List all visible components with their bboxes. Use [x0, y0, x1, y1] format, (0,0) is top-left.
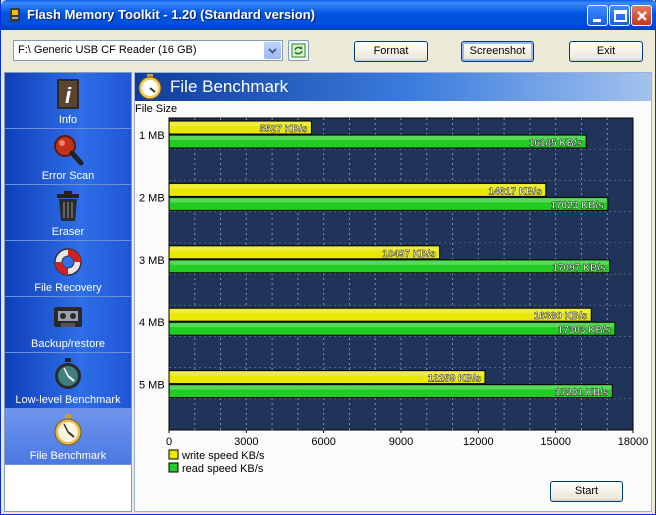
info-book-icon: i	[57, 79, 79, 109]
trash-bin-icon	[57, 191, 79, 221]
stopwatch-icon	[138, 74, 162, 100]
category-label: 4 MB	[139, 317, 165, 329]
bar-highlight	[170, 323, 615, 328]
bar-highlight	[170, 309, 591, 314]
x-tick-label: 3000	[234, 436, 258, 448]
title-bar[interactable]: Flash Memory Toolkit - 1.20 (Standard ve…	[1, 0, 656, 30]
sidebar-item-info[interactable]: i Info	[5, 73, 131, 129]
x-tick-label: 12000	[463, 436, 494, 448]
sidebar-item-label: Low-level Benchmark	[15, 394, 121, 406]
svg-text:i: i	[65, 83, 72, 108]
sidebar-item-file-benchmark[interactable]: File Benchmark	[5, 409, 131, 465]
minimize-button[interactable]	[587, 5, 608, 26]
close-icon	[637, 11, 647, 21]
sidebar-item-low-level-benchmark[interactable]: Low-level Benchmark	[5, 353, 131, 409]
lifebuoy-icon	[54, 248, 82, 276]
sidebar-item-label: Backup/restore	[31, 338, 105, 350]
sidebar-item-label: Info	[58, 114, 78, 126]
exit-button[interactable]: Exit	[569, 41, 643, 62]
category-label: 3 MB	[139, 255, 165, 267]
bar-highlight	[170, 136, 586, 140]
sidebar-item-backup-restore[interactable]: Backup/restore	[5, 297, 131, 353]
bar-highlight	[170, 385, 612, 390]
category-label: 5 MB	[139, 380, 165, 392]
refresh-button[interactable]	[288, 40, 309, 61]
x-tick-label: 18000	[618, 436, 649, 448]
legend-swatch	[168, 462, 179, 473]
main-panel: File Benchmark File Size 1 MB 5527 KB/s 161…	[134, 72, 652, 512]
data-label: 5527 KB/s	[260, 124, 308, 135]
data-label: 16185 KB/s	[529, 138, 583, 149]
data-label: 16380 KB/s	[534, 311, 588, 322]
panel-header: File Benchmark	[135, 73, 651, 101]
bar-highlight	[170, 198, 607, 203]
sidebar: i Info Error Scan Eraser File Recovery B…	[4, 72, 132, 512]
data-label: 17023 KB/s	[550, 200, 604, 211]
screenshot-button[interactable]: Screenshot	[461, 41, 534, 62]
drive-select[interactable]: F:\ Generic USB CF Reader (16 GB)	[13, 40, 283, 61]
data-label: 10497 KB/s	[382, 249, 436, 260]
legend-swatch	[168, 449, 179, 460]
y-axis-label: File Size	[135, 103, 177, 115]
x-tick-label: 0	[166, 436, 172, 448]
data-label: 14617 KB/s	[488, 186, 542, 197]
sidebar-item-label: Eraser	[51, 226, 85, 238]
sidebar-item-eraser[interactable]: Eraser	[5, 185, 131, 241]
sidebar-item-file-recovery[interactable]: File Recovery	[5, 241, 131, 297]
refresh-icon	[291, 43, 306, 58]
data-label: 12259 KB/s	[428, 374, 482, 385]
x-tick-label: 15000	[540, 436, 571, 448]
app-window: Flash Memory Toolkit - 1.20 (Standard ve…	[0, 0, 656, 515]
minimize-icon	[593, 19, 601, 22]
bar-highlight	[170, 260, 609, 265]
legend-label: read speed KB/s	[182, 463, 264, 475]
legend-label: write speed KB/s	[181, 450, 265, 462]
app-icon	[10, 8, 20, 22]
data-label: 17097 KB/s	[552, 263, 606, 274]
sidebar-item-label: File Benchmark	[29, 450, 107, 462]
sidebar-item-label: Error Scan	[41, 170, 95, 182]
data-label: 17303 KB/s	[558, 325, 612, 336]
x-tick-label: 6000	[311, 436, 335, 448]
start-button[interactable]: Start	[550, 481, 623, 502]
category-label: 1 MB	[139, 130, 165, 142]
magnifier-icon	[54, 135, 84, 166]
format-button[interactable]: Format	[354, 41, 428, 62]
chevron-down-icon[interactable]	[264, 42, 281, 59]
data-label: 17201 KB/s	[555, 388, 609, 399]
maximize-icon	[614, 10, 627, 22]
sidebar-item-error-scan[interactable]: Error Scan	[5, 129, 131, 185]
drive-select-value: F:\ Generic USB CF Reader (16 GB)	[18, 44, 197, 56]
sidebar-item-label: File Recovery	[34, 282, 102, 294]
category-label: 2 MB	[139, 192, 165, 204]
close-button[interactable]	[631, 5, 652, 26]
window-title: Flash Memory Toolkit - 1.20 (Standard ve…	[27, 7, 315, 22]
maximize-button[interactable]	[609, 5, 630, 26]
x-tick-label: 9000	[389, 436, 413, 448]
tape-cassette-icon	[54, 307, 82, 327]
stopwatch-icon	[55, 358, 81, 389]
stopwatch-yellow-icon	[54, 414, 82, 446]
benchmark-chart: File Size 1 MB 5527 KB/s 16185 KB/s 2 MB 1461…	[135, 103, 649, 475]
panel-title: File Benchmark	[170, 77, 289, 96]
